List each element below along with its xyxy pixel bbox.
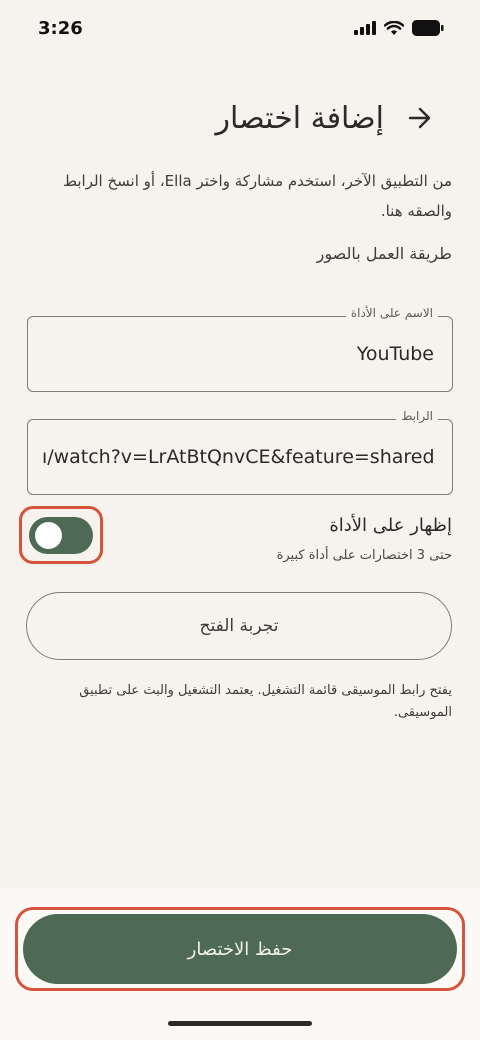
shortcut-name-field[interactable]: الاسم على الأداة YouTube: [27, 306, 453, 392]
url-input[interactable]: ו/watch?v=LrAtBtQnvCE&feature=shared: [42, 446, 434, 468]
back-button[interactable]: [406, 104, 434, 132]
toggle-knob: [35, 522, 62, 549]
status-bar: 3:26: [0, 0, 480, 60]
show-on-widget-toggle[interactable]: [29, 517, 93, 554]
arrow-right-icon: [408, 107, 431, 129]
shortcut-name-input[interactable]: YouTube: [42, 343, 434, 365]
home-indicator: [168, 1021, 312, 1026]
shortcut-name-label: الاسم على الأداة: [345, 306, 438, 320]
show-on-widget-label: إظهار على الأداة: [329, 515, 452, 536]
how-it-works-link[interactable]: طريقة العمل بالصور: [317, 244, 452, 263]
url-field[interactable]: الرابط ו/watch?v=LrAtBtQnvCE&feature=sha…: [27, 409, 453, 495]
music-note-text: يفتح رابط الموسيقى قائمة التشغيل. يعتمد …: [79, 683, 452, 720]
status-time: 3:26: [38, 18, 83, 39]
save-shortcut-button[interactable]: حفظ الاختصار: [23, 914, 457, 984]
status-icons: [354, 20, 444, 36]
save-button-highlight: حفظ الاختصار: [15, 907, 465, 991]
header: إضافة اختصار: [40, 96, 434, 140]
wifi-icon: [384, 20, 404, 35]
cellular-signal-icon: [354, 21, 376, 35]
url-label: الرابط: [396, 409, 438, 423]
show-on-widget-toggle-highlight: [19, 506, 103, 564]
page-title: إضافة اختصار: [215, 100, 385, 136]
description-text: من التطبيق الآخر، استخدم مشاركة واختر El…: [63, 172, 452, 220]
battery-icon: [412, 20, 444, 36]
show-on-widget-sublabel: حتى 3 اختصارات على أداة كبيرة: [276, 548, 452, 563]
test-open-button[interactable]: تجربة الفتح: [26, 592, 452, 660]
